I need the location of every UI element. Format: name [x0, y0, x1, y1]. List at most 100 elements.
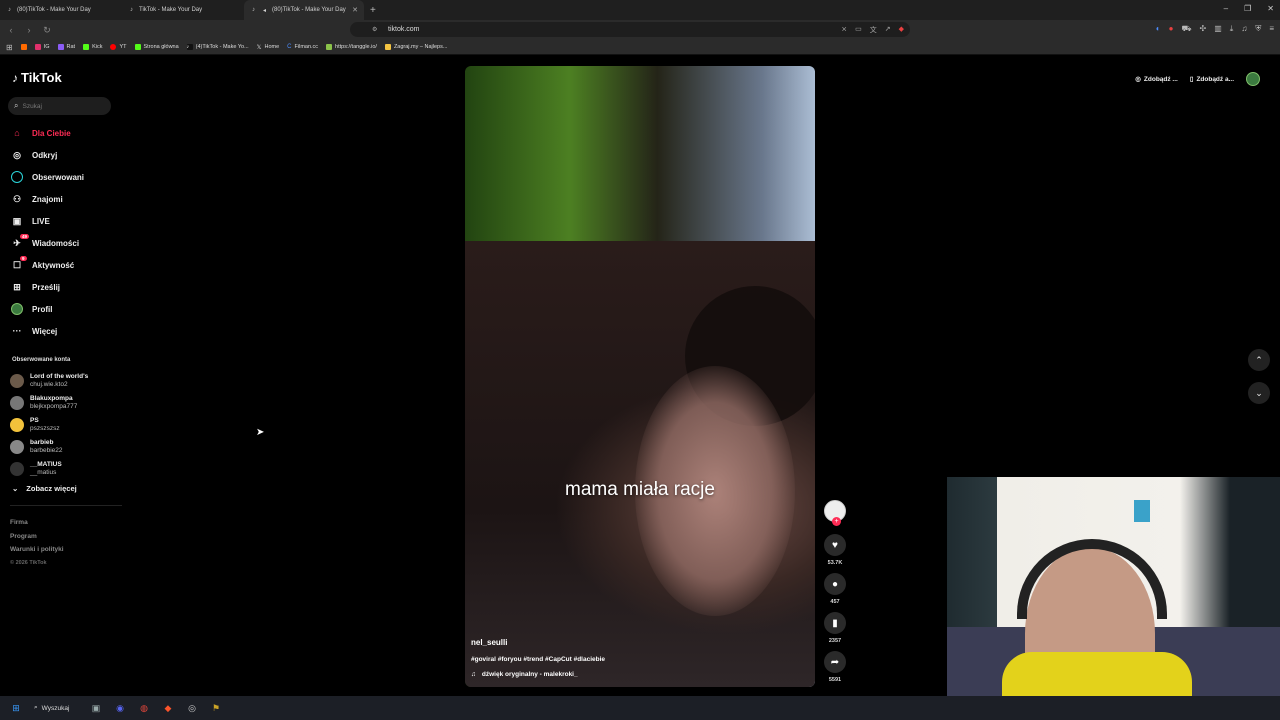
coin-icon: ◎: [1135, 76, 1141, 83]
discord-icon[interactable]: ◉: [114, 702, 126, 714]
follow-plus-icon[interactable]: +: [832, 517, 841, 526]
footer-link-terms[interactable]: Warunki i polityki: [10, 543, 64, 557]
extension-car-icon[interactable]: ⛟: [1181, 24, 1191, 34]
tiktok-note-icon: ♪: [12, 70, 18, 85]
bookmark-ig[interactable]: IG: [34, 44, 50, 50]
extension-record-icon[interactable]: ●: [1169, 24, 1174, 34]
next-video-button[interactable]: ⌄: [1248, 382, 1270, 404]
brave-shield-icon[interactable]: ◆: [899, 25, 904, 35]
footer-link-company[interactable]: Firma: [10, 516, 64, 530]
address-bar[interactable]: ⚙ tiktok.com ⨯ ▭ 文 ↗ ◆: [350, 22, 910, 37]
video-hashtags[interactable]: #goviral #foryou #trend #CapCut #dlacieb…: [471, 656, 605, 663]
restore-icon[interactable]: ❐: [1244, 4, 1251, 13]
close-window-icon[interactable]: ✕: [1267, 4, 1274, 13]
account-name: Blakuxpompa: [30, 395, 73, 402]
url-text: tiktok.com: [388, 26, 420, 33]
sidebar-item-friends[interactable]: ⚇ Znajomi: [10, 188, 120, 210]
taskbar-search[interactable]: ⌕ Wyszukaj: [34, 704, 78, 712]
reload-icon[interactable]: ↻: [40, 23, 54, 37]
windows-start-icon[interactable]: ⊞: [10, 702, 22, 714]
steam-icon[interactable]: ◎: [186, 702, 198, 714]
previous-video-button[interactable]: ⌃: [1248, 349, 1270, 371]
brave-icon[interactable]: ◆: [162, 702, 174, 714]
get-coins-button[interactable]: ◎ Zdobądź ...: [1135, 75, 1178, 84]
share-arrow-icon[interactable]: ➦: [824, 651, 846, 673]
user-avatar[interactable]: [1246, 72, 1260, 86]
sidebar-item-more[interactable]: ··· Więcej: [10, 320, 120, 342]
task-view-icon[interactable]: ▣: [90, 702, 102, 714]
bookmark-x[interactable]: 𝕏 Home: [257, 44, 280, 51]
share-action: ➦ 5591: [824, 651, 846, 683]
like-count: 53.7K: [827, 560, 843, 566]
minimize-icon[interactable]: –: [1224, 4, 1228, 13]
bookmark-kick-home[interactable]: Strona główna: [134, 44, 179, 50]
bookmark-filman[interactable]: C Filman.cc: [287, 44, 318, 50]
sidebar-item-profile[interactable]: Profil: [10, 298, 120, 320]
get-app-button[interactable]: ▯ Zdobądź a...: [1190, 75, 1234, 84]
sidebar-item-label: Obserwowani: [32, 172, 85, 182]
chrome-icon[interactable]: ◍: [138, 702, 150, 714]
list-item[interactable]: Lord of the world's chuj.wie.kto2: [10, 370, 120, 392]
sidebar-item-label: Dla Ciebie: [32, 128, 71, 138]
footer-link-program[interactable]: Program: [10, 530, 64, 544]
menu-icon[interactable]: ≡: [1269, 24, 1274, 34]
following-accounts-title: Obserwowane konta: [12, 357, 71, 363]
browser-tab-2[interactable]: ♪ TikTok - Make Your Day: [122, 0, 244, 20]
apps-grid-icon[interactable]: ⊞: [6, 43, 13, 52]
sidebar-toggle-icon[interactable]: ▥: [1214, 24, 1222, 34]
list-item[interactable]: __MATIUS __matius: [10, 458, 120, 480]
video-sound[interactable]: ♫ dźwięk oryginalny - malekroki_: [471, 671, 578, 678]
new-tab-button[interactable]: +: [370, 5, 376, 16]
bookmark-tiktok[interactable]: ♪ (4)TikTok - Make Yo...: [186, 44, 249, 50]
bookmark-icon[interactable]: ▮: [824, 612, 846, 634]
bookmark-mail[interactable]: [20, 44, 27, 50]
list-item[interactable]: barbieb barbebie22: [10, 436, 120, 458]
logo-text: TikTok: [21, 70, 62, 85]
translate-icon[interactable]: 文: [870, 25, 877, 35]
music-note-icon: ♫: [471, 671, 476, 678]
bookmark-tanggle[interactable]: https://tanggle.io/: [326, 44, 377, 50]
sidebar-item-messages[interactable]: ✈ 49 Wiadomości: [10, 232, 120, 254]
list-item[interactable]: Blakuxpompa blejkxpompa777: [10, 392, 120, 414]
bookmark-kick[interactable]: Kick: [83, 44, 102, 50]
account-name: barbieb: [30, 439, 54, 446]
sidebar-item-activity[interactable]: ☐ 9 Aktywność: [10, 254, 120, 276]
account-name: __MATIUS: [30, 461, 62, 468]
forward-icon[interactable]: ›: [22, 23, 36, 37]
sidebar-item-following[interactable]: Obserwowani: [10, 166, 120, 188]
heart-icon[interactable]: ♥: [824, 534, 846, 556]
mute-icon[interactable]: ⨯: [841, 25, 847, 35]
comment-icon[interactable]: ●: [824, 573, 846, 595]
extension-audio-icon[interactable]: ◐: [1156, 24, 1161, 34]
game-launcher-icon[interactable]: ⚑: [210, 702, 222, 714]
browser-tab-3-active[interactable]: ♪ ◂ (80)TikTok - Make Your Day ✕: [244, 0, 364, 20]
share-icon[interactable]: ↗: [885, 25, 891, 35]
account-handle: __matius: [30, 469, 57, 476]
tiktok-logo[interactable]: ♪ TikTok: [12, 70, 62, 85]
video-author[interactable]: nel_seulli: [471, 638, 507, 647]
close-tab-icon[interactable]: ✕: [352, 6, 358, 14]
see-more-button[interactable]: ⌄ Zobacz więcej: [12, 484, 77, 493]
download-icon[interactable]: ⤓: [1230, 24, 1234, 34]
bookmark-zagraj[interactable]: Zagraj.my – Najleps...: [384, 44, 447, 50]
bookmark-yt[interactable]: YT: [110, 44, 127, 50]
bookmark-rat[interactable]: Rat: [57, 44, 75, 50]
tiktok-icon: ♪: [186, 44, 193, 50]
sidebar-item-upload[interactable]: ⊞ Prześlij: [10, 276, 120, 298]
sidebar-item-explore[interactable]: ◎ Odkryj: [10, 144, 120, 166]
browser-tab-1[interactable]: ♪ (80)TikTok - Make Your Day: [0, 0, 122, 20]
sidebar-item-for-you[interactable]: ⌂ Dla Ciebie: [10, 122, 120, 144]
search-box[interactable]: ⌕: [8, 97, 111, 115]
site-info-icon[interactable]: ⚙: [372, 26, 377, 33]
sidebar-item-live[interactable]: ▣ LIVE: [10, 210, 120, 232]
search-input[interactable]: [22, 102, 103, 110]
vpn-icon[interactable]: ⛨: [1255, 24, 1261, 34]
back-icon[interactable]: ‹: [4, 23, 18, 37]
extensions-puzzle-icon[interactable]: ✣: [1200, 24, 1207, 34]
cast-icon[interactable]: ▭: [855, 25, 862, 35]
list-item[interactable]: PS pszszszsz: [10, 414, 120, 436]
video-player[interactable]: mama miała racje nel_seulli #goviral #fo…: [465, 66, 815, 687]
bookmark-label: Kick: [92, 44, 103, 50]
creator-avatar[interactable]: +: [824, 500, 846, 526]
media-icon[interactable]: ♫: [1241, 24, 1247, 34]
